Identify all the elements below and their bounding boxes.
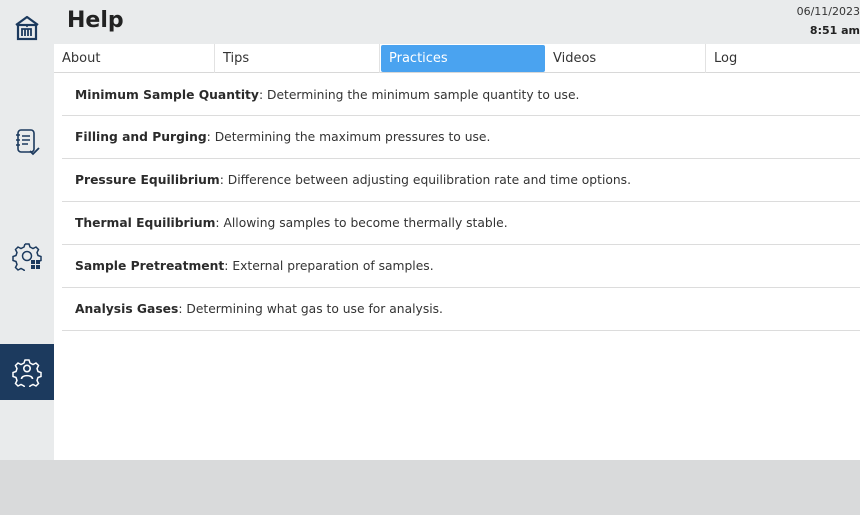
sidebar-item-settings[interactable]: [0, 232, 54, 280]
sidebar-item-help[interactable]: [0, 344, 54, 400]
tab-about[interactable]: About: [54, 44, 215, 73]
list-item[interactable]: Minimum Sample Quantity: Determining the…: [62, 74, 860, 116]
header: Help 06/11/2023 8:51 am: [54, 0, 860, 44]
help-settings-icon: [12, 359, 42, 387]
list-item-description: : Determining the maximum pressures to u…: [206, 130, 491, 144]
sidebar: [0, 0, 54, 460]
list-item-description: : Allowing samples to become thermally s…: [215, 216, 508, 230]
tab-practices[interactable]: Practices: [381, 45, 545, 72]
list-item-description: : Determining what gas to use for analys…: [178, 302, 443, 316]
list-item[interactable]: Pressure Equilibrium: Difference between…: [62, 159, 860, 202]
tab-bar: About Tips Practices Videos Log: [54, 44, 860, 73]
list-item-description: : Determining the minimum sample quantit…: [258, 87, 580, 102]
page-title: Help: [67, 8, 124, 33]
footer-bar: [0, 460, 860, 515]
list-item-description: : External preparation of samples.: [224, 259, 434, 273]
tab-tips[interactable]: Tips: [215, 44, 380, 73]
date-display: 06/11/2023: [796, 5, 860, 18]
list-item-description: : Difference between adjusting equilibra…: [219, 173, 631, 187]
time-display: 8:51 am: [809, 24, 860, 37]
reports-icon: [16, 129, 40, 156]
list-item-title: Pressure Equilibrium: [75, 173, 220, 187]
list-item-title: Minimum Sample Quantity: [75, 87, 259, 102]
list-item[interactable]: Filling and Purging: Determining the max…: [62, 116, 860, 159]
list-item-title: Sample Pretreatment: [75, 259, 225, 273]
list-item[interactable]: Analysis Gases: Determining what gas to …: [62, 288, 860, 331]
list-item[interactable]: Thermal Equilibrium: Allowing samples to…: [62, 202, 860, 245]
list-item[interactable]: Sample Pretreatment: External preparatio…: [62, 245, 860, 288]
settings-icon: [12, 243, 42, 271]
list-item-title: Thermal Equilibrium: [75, 216, 216, 230]
practices-list: Minimum Sample Quantity: Determining the…: [62, 74, 860, 331]
tab-log[interactable]: Log: [706, 44, 860, 73]
sidebar-item-home[interactable]: [0, 8, 54, 48]
list-item-title: Filling and Purging: [75, 130, 207, 144]
list-item-title: Analysis Gases: [75, 302, 179, 316]
sidebar-item-reports[interactable]: [0, 118, 54, 166]
tab-videos[interactable]: Videos: [545, 44, 706, 73]
home-icon: [15, 15, 39, 41]
